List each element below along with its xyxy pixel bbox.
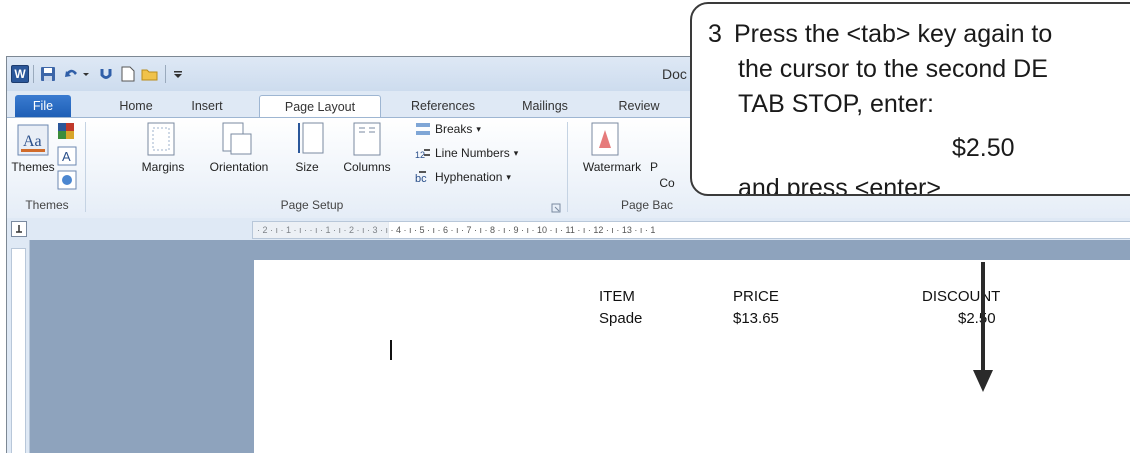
pointer-arrow-icon	[973, 262, 993, 392]
